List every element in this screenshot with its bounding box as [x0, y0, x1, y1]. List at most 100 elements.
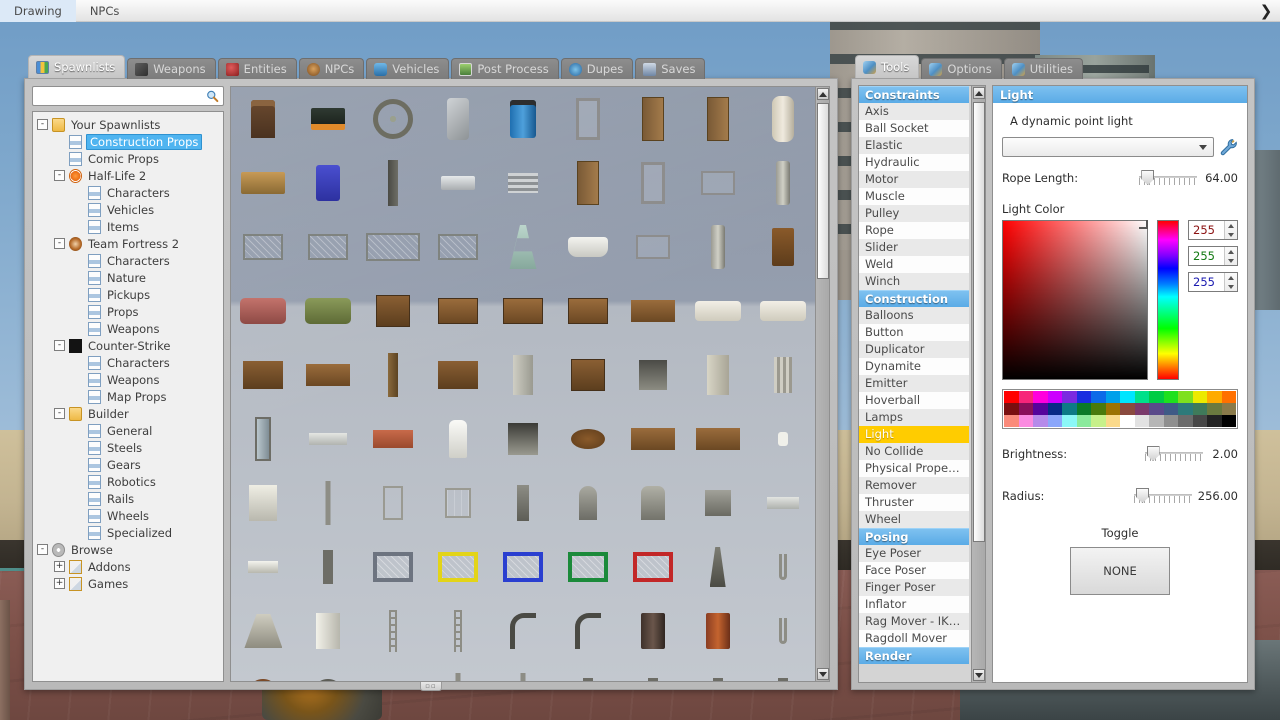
palette-swatch[interactable] — [1033, 403, 1048, 415]
tool-item[interactable]: Weld — [859, 256, 969, 273]
palette-swatch[interactable] — [1091, 403, 1106, 415]
prop-cell[interactable] — [750, 343, 815, 407]
window-resize-grip[interactable]: ▫▫ — [420, 682, 442, 691]
tab-weapons[interactable]: Weapons — [127, 58, 216, 79]
palette-swatch[interactable] — [1120, 403, 1135, 415]
sv-cursor[interactable] — [1139, 220, 1149, 229]
prop-cell[interactable] — [231, 599, 296, 663]
tree-item[interactable]: Characters — [37, 184, 221, 201]
palette-swatch[interactable] — [1105, 415, 1120, 427]
green-spin-arrows[interactable] — [1224, 247, 1237, 265]
prop-cell[interactable] — [555, 599, 620, 663]
tool-category-header[interactable]: Render — [859, 647, 969, 664]
prop-cell[interactable] — [620, 599, 685, 663]
prop-cell[interactable] — [361, 87, 426, 151]
spawnlist-tree[interactable]: - Your Spawnlists Construction Props Comic … — [32, 111, 224, 682]
palette-swatch[interactable] — [1221, 403, 1236, 415]
prop-cell[interactable] — [361, 599, 426, 663]
prop-cell[interactable] — [426, 663, 491, 681]
prop-cell[interactable] — [361, 151, 426, 215]
prop-cell[interactable] — [361, 343, 426, 407]
palette-swatch[interactable] — [1149, 415, 1164, 427]
tool-item[interactable]: Button — [859, 324, 969, 341]
prop-cell[interactable] — [491, 471, 556, 535]
arrow-up-icon[interactable] — [1228, 275, 1234, 280]
red-input[interactable] — [1189, 223, 1225, 237]
brightness-slider[interactable] — [1144, 446, 1203, 462]
tool-tab-bar[interactable]: Tools Options Utilities — [851, 54, 1255, 79]
prop-cell[interactable] — [296, 471, 361, 535]
tree-item[interactable]: - Half-Life 2 — [37, 167, 221, 184]
prop-cell[interactable] — [296, 343, 361, 407]
tool-item[interactable]: Pulley — [859, 205, 969, 222]
green-input[interactable] — [1189, 249, 1225, 263]
prop-cell[interactable] — [361, 279, 426, 343]
prop-cell[interactable] — [231, 87, 296, 151]
tree-item[interactable]: + Games — [37, 575, 221, 592]
preset-dropdown[interactable] — [1002, 137, 1214, 157]
wrench-settings-icon[interactable] — [1220, 138, 1238, 156]
palette-swatch[interactable] — [1062, 415, 1077, 427]
tool-item[interactable]: Elastic — [859, 137, 969, 154]
prop-cell[interactable] — [555, 151, 620, 215]
arrow-down-icon[interactable] — [1228, 232, 1234, 237]
prop-cell[interactable] — [491, 599, 556, 663]
tree-item[interactable]: Items — [37, 218, 221, 235]
prop-cell[interactable] — [620, 215, 685, 279]
prop-cell[interactable] — [555, 343, 620, 407]
toggle-button[interactable]: NONE — [1070, 547, 1170, 595]
palette-swatch[interactable] — [1178, 391, 1193, 403]
saturation-value-area[interactable] — [1002, 220, 1149, 380]
tree-item[interactable]: Vehicles — [37, 201, 221, 218]
tree-item[interactable]: Props — [37, 303, 221, 320]
prop-cell[interactable] — [296, 407, 361, 471]
palette-swatch[interactable] — [1149, 403, 1164, 415]
scroll-up-button[interactable] — [973, 87, 985, 99]
palette-swatch[interactable] — [1178, 403, 1193, 415]
collapse-icon[interactable]: - — [37, 119, 48, 130]
tool-item[interactable]: Hydraulic — [859, 154, 969, 171]
prop-cell[interactable] — [426, 471, 491, 535]
prop-cell[interactable] — [750, 535, 815, 599]
palette-swatch[interactable] — [1047, 391, 1062, 403]
palette-swatch[interactable] — [1134, 403, 1149, 415]
tab-tools[interactable]: Tools — [855, 55, 920, 78]
tool-item[interactable]: Remover — [859, 477, 969, 494]
prop-cell[interactable] — [491, 663, 556, 681]
palette-swatch[interactable] — [1192, 391, 1207, 403]
green-spinner[interactable] — [1188, 246, 1238, 266]
palette-swatch[interactable] — [1163, 415, 1178, 427]
tab-entities[interactable]: Entities — [217, 58, 297, 79]
prop-cell[interactable] — [685, 87, 750, 151]
palette-swatch[interactable] — [1120, 391, 1135, 403]
tree-item[interactable]: General — [37, 422, 221, 439]
prop-cell[interactable] — [361, 663, 426, 681]
tool-item[interactable]: Motor — [859, 171, 969, 188]
tree-item[interactable]: Steels — [37, 439, 221, 456]
prop-cell[interactable] — [296, 279, 361, 343]
tab-post-process[interactable]: Post Process — [451, 58, 559, 79]
prop-cell[interactable] — [361, 535, 426, 599]
menu-item-npcs[interactable]: NPCs — [76, 0, 134, 22]
tool-item[interactable]: Duplicator — [859, 341, 969, 358]
prop-cell[interactable] — [750, 663, 815, 681]
tool-item[interactable]: Axis — [859, 103, 969, 120]
spawn-tab-bar[interactable]: Spawnlists Weapons Entities NPCs Vehicle… — [24, 54, 838, 79]
prop-cell[interactable] — [750, 87, 815, 151]
rope-length-slider[interactable] — [1139, 170, 1198, 186]
prop-cell[interactable] — [426, 535, 491, 599]
palette-swatch[interactable] — [1033, 415, 1048, 427]
prop-cell[interactable] — [426, 343, 491, 407]
prop-cell[interactable] — [426, 279, 491, 343]
tree-item[interactable]: Map Props — [37, 388, 221, 405]
search-box[interactable] — [32, 86, 224, 106]
prop-cell[interactable] — [491, 279, 556, 343]
color-picker[interactable] — [1002, 216, 1238, 380]
prop-cell[interactable] — [620, 279, 685, 343]
prop-cell[interactable] — [361, 407, 426, 471]
tool-item[interactable]: Ragdoll Mover — [859, 630, 969, 647]
prop-cell[interactable] — [426, 215, 491, 279]
prop-cell[interactable] — [296, 535, 361, 599]
prop-cell[interactable] — [620, 407, 685, 471]
prop-cell[interactable] — [296, 599, 361, 663]
